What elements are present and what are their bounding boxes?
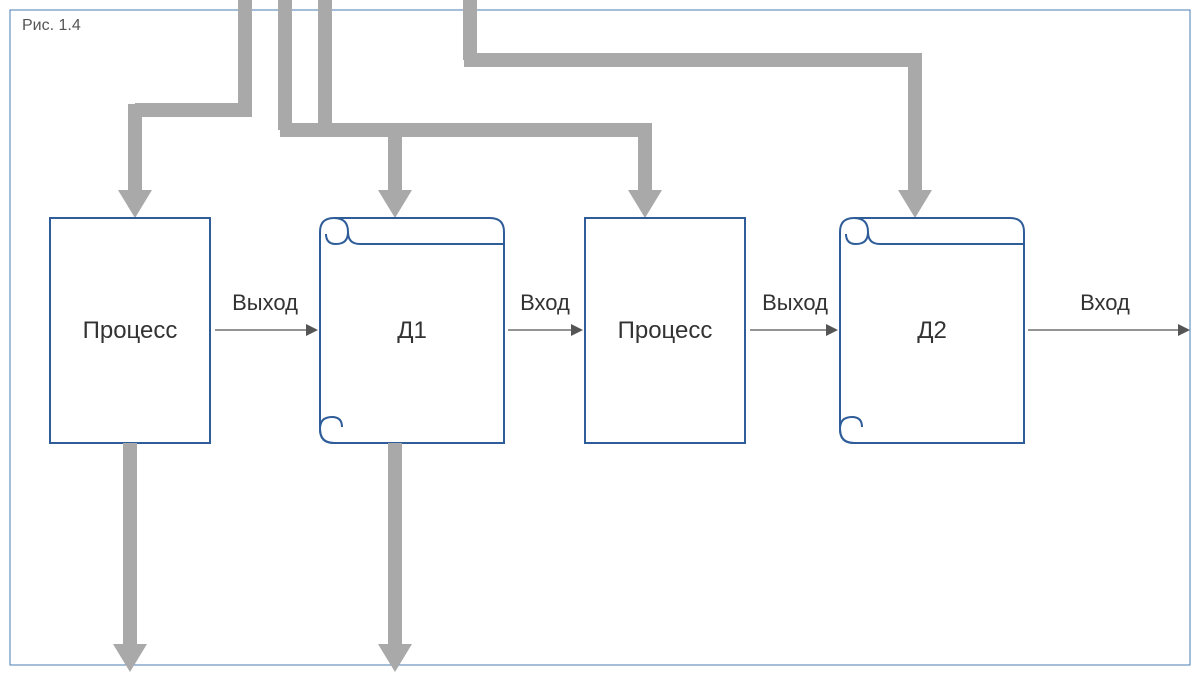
node-process-1: Процесс — [50, 218, 210, 443]
node-process-2: Процесс — [585, 218, 745, 443]
node-document-2: Д2 — [840, 218, 1024, 443]
node-process-1-label: Процесс — [83, 317, 178, 344]
edge-p1-d1: Выход — [215, 290, 318, 336]
figure-caption: Рис. 1.4 — [22, 17, 81, 34]
edge-d1-p2-label: Вход — [520, 290, 570, 315]
edge-p1-d1-label: Выход — [232, 290, 298, 315]
node-document-2-label: Д2 — [917, 317, 947, 344]
outflow-pipe-d1 — [378, 443, 412, 672]
node-document-1-label: Д1 — [397, 317, 427, 344]
node-process-2-label: Процесс — [618, 317, 713, 344]
inflow-pipe-1 — [118, 0, 252, 218]
edge-p2-d2-label: Выход — [762, 290, 828, 315]
edge-d2-out: Вход — [1028, 290, 1190, 336]
outflow-pipe-p1 — [113, 443, 147, 672]
edge-p2-d2: Выход — [750, 290, 838, 336]
diagram-canvas: Рис. 1.4 Процесс — [0, 0, 1200, 675]
inflow-pipe-3 — [285, 0, 932, 218]
node-document-1: Д1 — [320, 218, 504, 443]
edge-d1-p2: Вход — [508, 290, 583, 336]
edge-d2-out-label: Вход — [1080, 290, 1130, 315]
